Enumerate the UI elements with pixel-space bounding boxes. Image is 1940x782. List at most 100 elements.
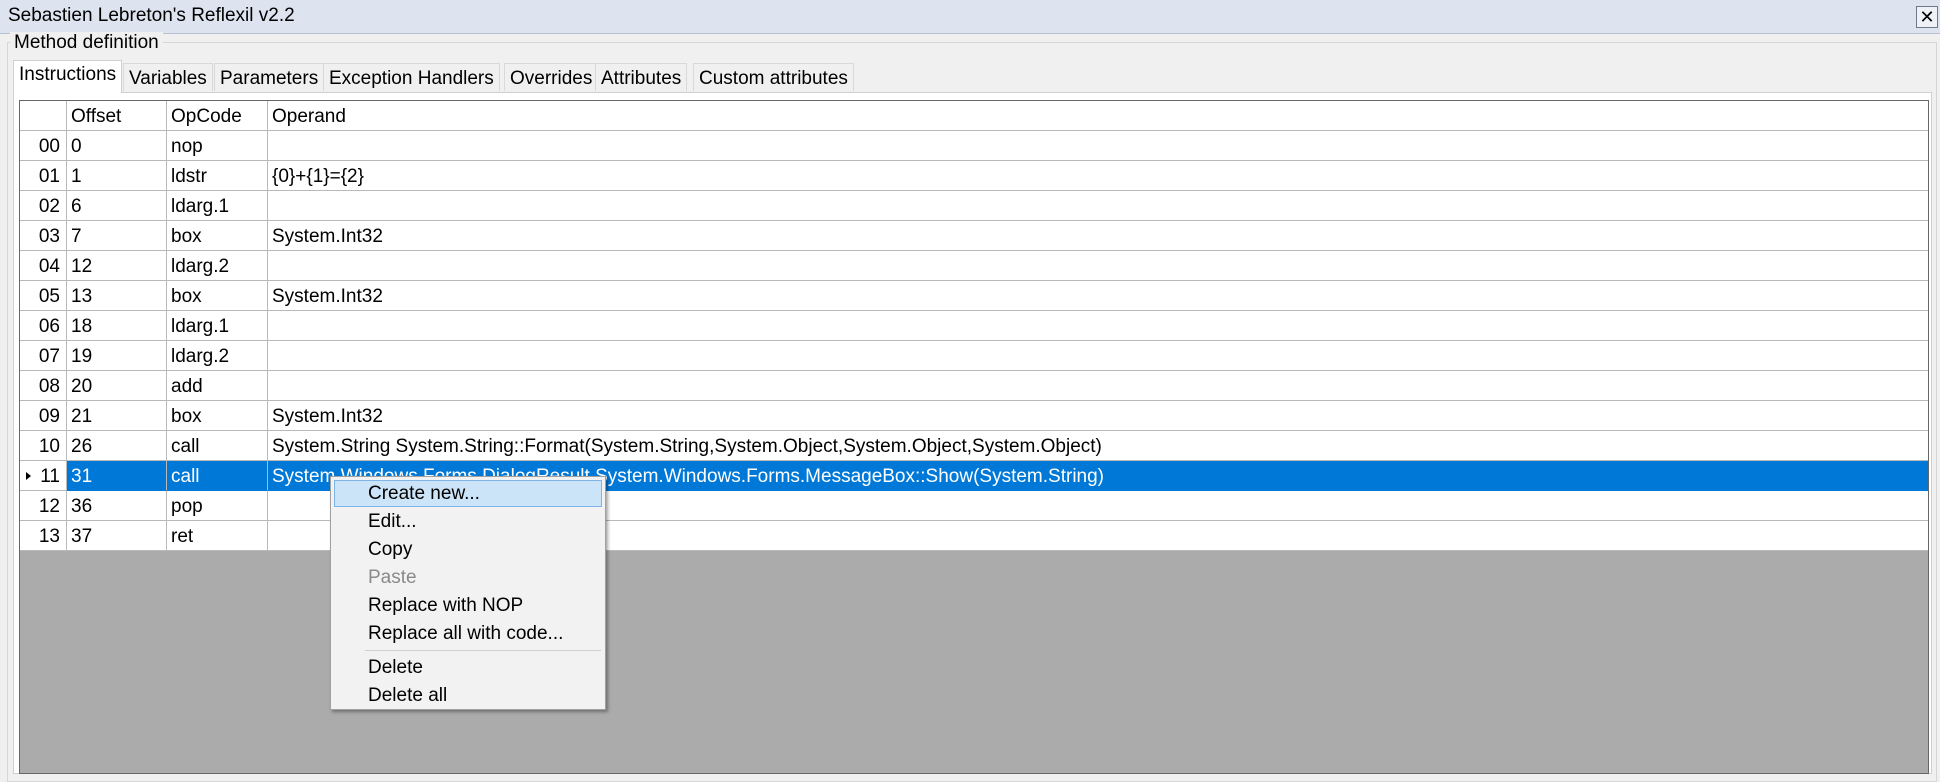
opcode-cell[interactable]: add xyxy=(167,371,268,401)
row-header[interactable]: 01 xyxy=(20,161,67,191)
opcode-cell[interactable]: ldarg.1 xyxy=(167,311,268,341)
column-header-operand[interactable]: Operand xyxy=(268,101,1928,131)
opcode-cell[interactable]: ldarg.2 xyxy=(167,341,268,371)
row-header[interactable]: 05 xyxy=(20,281,67,311)
row-index: 13 xyxy=(38,526,60,547)
operand-cell[interactable]: System.Int32 xyxy=(268,221,1928,251)
row-index: 01 xyxy=(38,166,60,187)
group-label: Method definition xyxy=(10,32,163,54)
tab-instructions[interactable]: Instructions xyxy=(13,60,123,93)
menu-item-create-new[interactable]: Create new... xyxy=(334,480,602,507)
row-index: 11 xyxy=(40,466,60,487)
row-index: 09 xyxy=(38,406,60,427)
table-row[interactable]: 00 0 nop xyxy=(20,131,1928,161)
table-row[interactable]: 11 31 call System.Windows.Forms.DialogResul… xyxy=(20,461,1928,491)
opcode-cell[interactable]: box xyxy=(167,401,268,431)
offset-cell[interactable]: 37 xyxy=(67,521,167,551)
offset-cell[interactable]: 19 xyxy=(67,341,167,371)
row-index: 08 xyxy=(38,376,60,397)
table-row[interactable]: 07 19 ldarg.2 xyxy=(20,341,1928,371)
operand-cell[interactable]: System.Int32 xyxy=(268,401,1928,431)
row-header[interactable]: 08 xyxy=(20,371,67,401)
tab-parameters[interactable]: Parameters xyxy=(214,63,325,91)
operand-cell[interactable] xyxy=(268,131,1928,161)
menu-item-edit[interactable]: Edit... xyxy=(334,508,602,535)
menu-item-replace-with-nop[interactable]: Replace with NOP xyxy=(334,592,602,619)
column-header-offset[interactable]: Offset xyxy=(67,101,167,131)
offset-cell[interactable]: 26 xyxy=(67,431,167,461)
offset-cell[interactable]: 20 xyxy=(67,371,167,401)
operand-cell[interactable] xyxy=(268,251,1928,281)
offset-cell[interactable]: 13 xyxy=(67,281,167,311)
table-row[interactable]: 02 6 ldarg.1 xyxy=(20,191,1928,221)
offset-cell[interactable]: 1 xyxy=(67,161,167,191)
row-header[interactable]: 04 xyxy=(20,251,67,281)
opcode-cell[interactable]: ldarg.1 xyxy=(167,191,268,221)
offset-cell[interactable]: 12 xyxy=(67,251,167,281)
operand-cell[interactable]: System.String System.String::Format(Syst… xyxy=(268,431,1928,461)
instructions-grid[interactable]: Offset OpCode Operand 00 0 nop 01 1 ldstr {0}+… xyxy=(19,100,1929,774)
operand-cell[interactable] xyxy=(268,191,1928,221)
row-header[interactable]: 02 xyxy=(20,191,67,221)
row-header[interactable]: 06 xyxy=(20,311,67,341)
opcode-cell[interactable]: box xyxy=(167,221,268,251)
offset-cell[interactable]: 31 xyxy=(67,461,167,491)
opcode-cell[interactable]: ret xyxy=(167,521,268,551)
close-icon: ✕ xyxy=(1919,7,1935,27)
tab-custom-attributes[interactable]: Custom attributes xyxy=(693,63,854,91)
table-row[interactable]: 10 26 call System.String System.String::For… xyxy=(20,431,1928,461)
table-row[interactable]: 05 13 box System.Int32 xyxy=(20,281,1928,311)
row-index: 10 xyxy=(38,436,60,457)
table-row[interactable]: 06 18 ldarg.1 xyxy=(20,311,1928,341)
opcode-cell[interactable]: call xyxy=(167,431,268,461)
operand-cell[interactable] xyxy=(268,311,1928,341)
offset-cell[interactable]: 36 xyxy=(67,491,167,521)
tab-variables[interactable]: Variables xyxy=(123,63,213,91)
row-header-corner xyxy=(20,101,67,131)
opcode-cell[interactable]: pop xyxy=(167,491,268,521)
table-row[interactable]: 04 12 ldarg.2 xyxy=(20,251,1928,281)
operand-cell[interactable] xyxy=(268,371,1928,401)
row-header[interactable]: 00 xyxy=(20,131,67,161)
table-row[interactable]: 09 21 box System.Int32 xyxy=(20,401,1928,431)
opcode-cell[interactable]: nop xyxy=(167,131,268,161)
row-header[interactable]: 09 xyxy=(20,401,67,431)
tab-exception-handlers[interactable]: Exception Handlers xyxy=(323,63,500,91)
row-header[interactable]: 07 xyxy=(20,341,67,371)
close-button[interactable]: ✕ xyxy=(1916,6,1938,28)
table-row[interactable]: 03 7 box System.Int32 xyxy=(20,221,1928,251)
menu-item-replace-all-with-code[interactable]: Replace all with code... xyxy=(334,620,602,647)
operand-cell[interactable]: {0}+{1}={2} xyxy=(268,161,1928,191)
offset-cell[interactable]: 7 xyxy=(67,221,167,251)
current-row-arrow-icon xyxy=(26,472,31,480)
opcode-cell[interactable]: box xyxy=(167,281,268,311)
table-row[interactable]: 13 37 ret xyxy=(20,521,1928,551)
offset-cell[interactable]: 0 xyxy=(67,131,167,161)
table-row[interactable]: 08 20 add xyxy=(20,371,1928,401)
row-header[interactable]: 13 xyxy=(20,521,67,551)
table-row[interactable]: 01 1 ldstr {0}+{1}={2} xyxy=(20,161,1928,191)
menu-item-delete[interactable]: Delete xyxy=(334,654,602,681)
offset-cell[interactable]: 18 xyxy=(67,311,167,341)
row-header[interactable]: 10 xyxy=(20,431,67,461)
column-header-opcode[interactable]: OpCode xyxy=(167,101,268,131)
operand-cell[interactable]: System.Int32 xyxy=(268,281,1928,311)
opcode-cell[interactable]: call xyxy=(167,461,268,491)
row-index: 00 xyxy=(38,136,60,157)
row-header[interactable]: 12 xyxy=(20,491,67,521)
menu-item-paste: Paste xyxy=(368,567,417,588)
tab-overrides[interactable]: Overrides xyxy=(504,63,599,91)
row-header[interactable]: 11 xyxy=(20,461,67,491)
offset-cell[interactable]: 21 xyxy=(67,401,167,431)
opcode-cell[interactable]: ldstr xyxy=(167,161,268,191)
table-row[interactable]: 12 36 pop xyxy=(20,491,1928,521)
tab-attributes[interactable]: Attributes xyxy=(595,63,688,91)
menu-item-delete-all[interactable]: Delete all xyxy=(334,682,602,709)
row-header[interactable]: 03 xyxy=(20,221,67,251)
row-index: 07 xyxy=(38,346,60,367)
offset-cell[interactable]: 6 xyxy=(67,191,167,221)
menu-item-copy[interactable]: Copy xyxy=(334,536,602,563)
grid-header: Offset OpCode Operand xyxy=(20,101,1928,131)
opcode-cell[interactable]: ldarg.2 xyxy=(167,251,268,281)
operand-cell[interactable] xyxy=(268,341,1928,371)
